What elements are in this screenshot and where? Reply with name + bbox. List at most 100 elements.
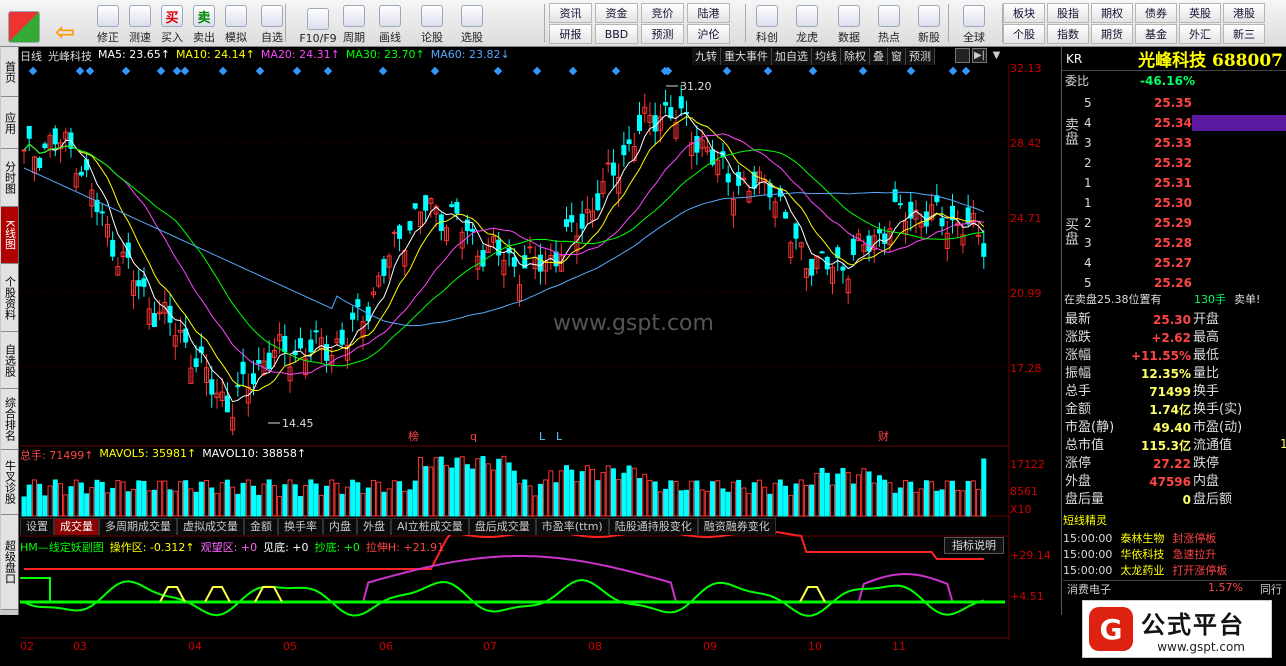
left-tab-6[interactable]: 综合排名 (1, 389, 18, 450)
周期-toolbar-button[interactable]: 周期 (334, 1, 374, 45)
ask-row[interactable]: 4 25.34 (1062, 114, 1286, 132)
dropdown-icon[interactable]: ▼ (989, 48, 1004, 63)
left-tab-1[interactable]: 应用 (1, 97, 18, 149)
period-label[interactable]: 日线 (20, 48, 42, 64)
back-arrow-icon-toolbar-button[interactable]: ⇦ (50, 1, 80, 46)
hm-indicator-legend: HM—线定妖副图 操作区: -0.312↑ 观望区: +0 见底: +0 抄底:… (20, 539, 444, 555)
toolbar-grid2-2-button[interactable]: 期权 (1091, 3, 1133, 23)
hm-green-step (20, 577, 51, 602)
toolbar-grid1-6-button[interactable]: 预测 (641, 24, 684, 44)
ask-row[interactable]: 5 25.35 (1062, 94, 1286, 112)
新股-toolbar-button[interactable]: 新股 (910, 1, 948, 45)
toolbar-grid1-3-button[interactable]: 陆港 (687, 3, 730, 23)
选股-toolbar-button[interactable]: 选股 (452, 1, 492, 45)
ask-row[interactable]: 3 25.33 (1062, 134, 1286, 152)
candle-body (537, 254, 543, 272)
news-item[interactable]: 15:00:00 华依科技 急速拉升 (1063, 546, 1216, 562)
toolbar-grid1-5-button[interactable]: BBD (595, 24, 638, 44)
indicator-help-button[interactable]: 指标说明 (944, 537, 1004, 554)
toolbar-grid2-9-button[interactable]: 基金 (1135, 24, 1177, 44)
bid-row[interactable]: 1 25.30 (1062, 194, 1286, 212)
chart-tab-2[interactable]: 加自选 (772, 48, 812, 65)
修正-toolbar-button[interactable]: 修正 (92, 1, 124, 45)
indicator-tab-4[interactable]: 金额 (244, 518, 278, 535)
minimize-icon[interactable] (955, 48, 970, 63)
chart-tab-4[interactable]: 除权 (841, 48, 870, 65)
candle-body (99, 211, 105, 214)
indicator-tab-7[interactable]: 外盘 (357, 518, 391, 535)
toolbar-grid2-0-button[interactable]: 板块 (1003, 3, 1045, 23)
热点-toolbar-button[interactable]: 热点 (870, 1, 908, 45)
chart-tab-3[interactable]: 均线 (812, 48, 841, 65)
chart-tab-1[interactable]: 重大事件 (721, 48, 772, 65)
toolbar-grid2-5-button[interactable]: 港股 (1223, 3, 1265, 23)
chart-tab-5[interactable]: 叠 (870, 48, 888, 65)
indicator-tab-12[interactable]: 融资融券变化 (697, 518, 776, 535)
left-tab-4[interactable]: 个股资料 (1, 264, 18, 332)
toolbar-grid2-1-button[interactable]: 股指 (1047, 3, 1089, 23)
bid-row[interactable]: 2 25.29 (1062, 214, 1286, 232)
left-tab-2[interactable]: 分时图 (1, 149, 18, 207)
toolbar-grid1-4-button[interactable]: 研报 (549, 24, 592, 44)
left-tab-8[interactable]: 超级盘口 (1, 515, 18, 610)
indicator-tab-5[interactable]: 换手率 (278, 518, 323, 535)
indicator-tab-3[interactable]: 虚拟成交量 (177, 518, 244, 535)
candle-body (637, 115, 643, 131)
画线-toolbar-button[interactable]: 画线 (370, 1, 410, 45)
left-tab-5[interactable]: 自选股 (1, 332, 18, 389)
grid-logo-icon-toolbar-button[interactable] (3, 1, 45, 45)
全球-toolbar-button[interactable]: 全球 (955, 1, 993, 45)
toolbar-grid2-10-button[interactable]: 外汇 (1179, 24, 1221, 44)
toolbar-grid1-7-button[interactable]: 沪伦 (687, 24, 730, 44)
ask-row[interactable]: 1 25.31 (1062, 174, 1286, 192)
news-item[interactable]: 15:00:00 泰林生物 封涨停板 (1063, 530, 1216, 546)
toolbar-grid2-4-button[interactable]: 英股 (1179, 3, 1221, 23)
indicator-tab-10[interactable]: 市盈率(ttm) (535, 518, 609, 535)
stock-title[interactable]: 光峰科技 688007 (1138, 46, 1283, 71)
left-tab-7[interactable]: 牛叉诊股 (1, 450, 18, 515)
news-item[interactable]: 15:00:00 太龙药业 打开涨停板 (1063, 562, 1227, 578)
bid-row[interactable]: 4 25.27 (1062, 254, 1286, 272)
volume-bar (553, 482, 559, 517)
event-diamond (611, 66, 621, 76)
toolbar-grid2-6-button[interactable]: 个股 (1003, 24, 1045, 44)
ask-row[interactable]: 2 25.32 (1062, 154, 1286, 172)
chart-tab-0[interactable]: 九转 (692, 48, 721, 65)
toolbar-button-label: 周期 (343, 31, 365, 44)
volume-bar (699, 489, 705, 517)
bid-row[interactable]: 5 25.26 (1062, 274, 1286, 292)
chart-tab-6[interactable]: 窗 (888, 48, 906, 65)
toolbar-grid2-11-button[interactable]: 新三 (1223, 24, 1265, 44)
买入-toolbar-button[interactable]: 买买入 (156, 1, 188, 45)
indicator-tab-1[interactable]: 成交量 (54, 518, 99, 535)
toolbar-grid1-0-button[interactable]: 资讯 (549, 3, 592, 23)
indicator-tab-2[interactable]: 多周期成交量 (99, 518, 177, 535)
论股-toolbar-button[interactable]: 论股 (412, 1, 452, 45)
模拟-toolbar-button[interactable]: 模拟 (220, 1, 252, 45)
卖出-toolbar-button[interactable]: 卖卖出 (188, 1, 220, 45)
collapse-icon[interactable]: ▶| (972, 48, 987, 63)
indicator-tab-6[interactable]: 内盘 (323, 518, 357, 535)
volume-bar (256, 494, 262, 517)
indicator-tab-9[interactable]: 盘后成交量 (468, 518, 536, 535)
left-tab-0[interactable]: 首页 (1, 47, 18, 97)
数据-toolbar-button[interactable]: 数据 (830, 1, 868, 45)
chart-tab-7[interactable]: 预测 (906, 48, 935, 65)
sector-strip[interactable]: 消费电子 1.57% 同行 (1063, 580, 1286, 596)
stat-value: +2.62 (1151, 331, 1191, 345)
自选-toolbar-button[interactable]: 自选 (252, 1, 292, 45)
indicator-tab-0[interactable]: 设置 (20, 518, 54, 535)
toolbar-grid1-1-button[interactable]: 资金 (595, 3, 638, 23)
indicator-tab-11[interactable]: 陆股通持股变化 (608, 518, 698, 535)
龙虎-toolbar-button[interactable]: 龙虎 (788, 1, 826, 45)
科创-toolbar-button[interactable]: 科创 (748, 1, 786, 45)
toolbar-grid2-8-button[interactable]: 期货 (1091, 24, 1133, 44)
indicator-tab-8[interactable]: AI立桩成交量 (391, 518, 469, 535)
测速-toolbar-button[interactable]: 测速 (124, 1, 156, 45)
toolbar-grid2-7-button[interactable]: 指数 (1047, 24, 1089, 44)
toolbar-grid2-3-button[interactable]: 债券 (1135, 3, 1177, 23)
toolbar-grid1-2-button[interactable]: 竞价 (641, 3, 684, 23)
candle-body (605, 162, 611, 165)
bid-row[interactable]: 3 25.28 (1062, 234, 1286, 252)
left-tab-3[interactable]: K线图 (1, 207, 18, 264)
